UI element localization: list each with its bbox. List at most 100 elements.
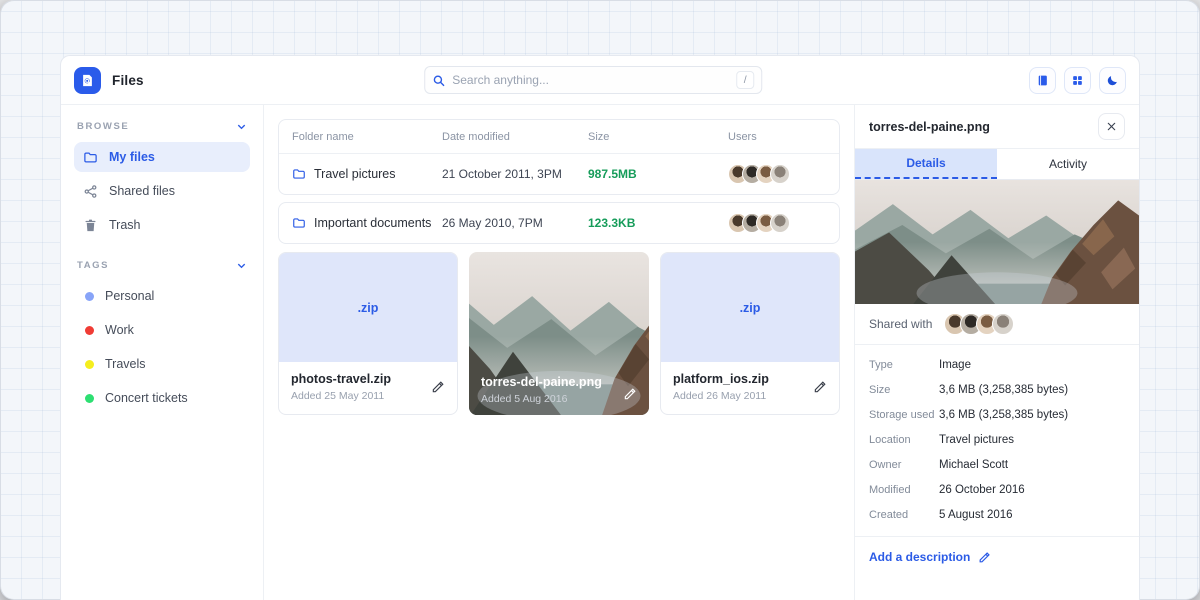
zip-preview: .zip [279, 253, 457, 362]
tab-details[interactable]: Details [855, 149, 997, 179]
tags-label: TAGS [77, 260, 109, 271]
main-content: Folder name Date modified Size Users Tra… [264, 105, 855, 600]
trash-icon [83, 218, 98, 233]
mountain-photo-preview [855, 180, 1139, 304]
shared-with-row: Shared with [855, 304, 1139, 345]
add-description-link[interactable]: Add a description [855, 537, 1139, 577]
col-folder-name: Folder name [292, 131, 442, 143]
dark-mode-button[interactable] [1099, 67, 1126, 94]
tag-label: Concert tickets [105, 391, 188, 405]
property-label: Created [869, 509, 939, 521]
property-storage-used: Storage used 3,6 MB (3,258,385 bytes) [869, 402, 1125, 427]
close-panel-button[interactable] [1098, 113, 1125, 140]
folder-name: Important documents [314, 216, 431, 230]
grid-view-button[interactable] [1064, 67, 1091, 94]
pencil-icon [623, 387, 637, 401]
property-label: Type [869, 359, 939, 371]
file-cards: .zip photos-travel.zip Added 25 May 2011 [278, 252, 840, 415]
screen: Files / [0, 0, 1200, 600]
folder-icon [292, 216, 306, 230]
close-icon [1106, 121, 1117, 132]
property-created: Created 5 August 2016 [869, 502, 1125, 527]
tab-activity[interactable]: Activity [997, 149, 1139, 179]
file-card-torres-del-paine[interactable]: torres-del-paine.png Added 5 Aug 2016 [469, 252, 649, 415]
sidebar-item-label: Trash [109, 218, 141, 232]
sidebar-item-label: My files [109, 150, 155, 164]
file-added-date: Added 5 Aug 2016 [481, 393, 602, 405]
property-label: Modified [869, 484, 939, 496]
tag-label: Travels [105, 357, 146, 371]
property-owner: Owner Michael Scott [869, 452, 1125, 477]
property-value: Travel pictures [939, 434, 1014, 446]
edit-button[interactable] [813, 380, 827, 394]
grid-icon [1071, 74, 1084, 87]
browse-section-header[interactable]: BROWSE [74, 119, 250, 142]
tag-item-personal[interactable]: Personal [74, 281, 250, 311]
tag-item-concert-tickets[interactable]: Concert tickets [74, 383, 250, 413]
book-icon [1036, 74, 1049, 87]
tag-dot-yellow [85, 360, 94, 369]
file-search-logo-icon [80, 73, 95, 88]
file-added-date: Added 25 May 2011 [291, 390, 445, 402]
moon-icon [1106, 74, 1119, 87]
chevron-down-icon[interactable] [236, 260, 247, 271]
date-cell: 26 May 2010, 7PM [442, 216, 588, 230]
sidebar-item-trash[interactable]: Trash [74, 210, 250, 240]
file-card-platform-ios[interactable]: .zip platform_ios.zip Added 26 May 2011 [660, 252, 840, 415]
zip-preview: .zip [661, 253, 839, 362]
browse-label: BROWSE [77, 121, 129, 132]
edit-button[interactable] [623, 387, 637, 401]
edit-button[interactable] [431, 380, 445, 394]
size-cell: 987.5MB [588, 167, 728, 181]
top-bar: Files / [61, 56, 1139, 105]
folders-table: Folder name Date modified Size Users Tra… [278, 119, 840, 195]
file-preview [855, 180, 1139, 304]
avatar [770, 213, 790, 233]
sidebar-item-my-files[interactable]: My files [74, 142, 250, 172]
shared-with-avatars [944, 313, 1014, 335]
property-value: Michael Scott [939, 459, 1008, 471]
notebook-button[interactable] [1029, 67, 1056, 94]
selected-file-title: torres-del-paine.png [869, 120, 990, 134]
sidebar-item-label: Shared files [109, 184, 175, 198]
folders-table-row2: Important documents 26 May 2010, 7PM 123… [278, 202, 840, 244]
tag-dot-blue [85, 292, 94, 301]
tag-label: Personal [105, 289, 154, 303]
details-tabs: Details Activity [855, 149, 1139, 180]
table-row[interactable]: Important documents 26 May 2010, 7PM 123… [279, 203, 839, 243]
header-actions [1029, 67, 1126, 94]
app-title: Files [112, 73, 144, 88]
folder-icon [83, 150, 98, 165]
chevron-down-icon[interactable] [236, 121, 247, 132]
property-label: Owner [869, 459, 939, 471]
tag-item-travels[interactable]: Travels [74, 349, 250, 379]
zip-badge: .zip [740, 301, 761, 315]
property-value: 26 October 2016 [939, 484, 1025, 496]
tag-item-work[interactable]: Work [74, 315, 250, 345]
file-card-info: photos-travel.zip Added 25 May 2011 [279, 362, 457, 412]
property-label: Location [869, 434, 939, 446]
users-avatars [728, 164, 826, 184]
date-cell: 21 October 2011, 3PM [442, 167, 588, 181]
tag-dot-red [85, 326, 94, 335]
tags-section-header[interactable]: TAGS [74, 258, 250, 281]
pencil-icon [978, 551, 991, 564]
table-row[interactable]: Travel pictures 21 October 2011, 3PM 987… [279, 154, 839, 194]
file-name: platform_ios.zip [673, 372, 827, 386]
sidebar-item-shared-files[interactable]: Shared files [74, 176, 250, 206]
folder-name-cell[interactable]: Travel pictures [292, 167, 442, 181]
file-card-photos-travel[interactable]: .zip photos-travel.zip Added 25 May 2011 [278, 252, 458, 415]
property-label: Storage used [869, 409, 939, 421]
users-avatars [728, 213, 826, 233]
file-name: torres-del-paine.png [481, 375, 602, 389]
property-value: 3,6 MB (3,258,385 bytes) [939, 409, 1068, 421]
search-shortcut-badge: / [736, 71, 754, 89]
search-box[interactable]: / [424, 66, 762, 94]
search-input[interactable] [452, 73, 736, 87]
folder-name-cell[interactable]: Important documents [292, 216, 442, 230]
property-value: 3,6 MB (3,258,385 bytes) [939, 384, 1068, 396]
app-logo[interactable] [74, 67, 101, 94]
file-properties: Type Image Size 3,6 MB (3,258,385 bytes)… [855, 345, 1139, 537]
file-card-info: platform_ios.zip Added 26 May 2011 [661, 362, 839, 412]
details-panel-header: torres-del-paine.png [855, 105, 1139, 149]
